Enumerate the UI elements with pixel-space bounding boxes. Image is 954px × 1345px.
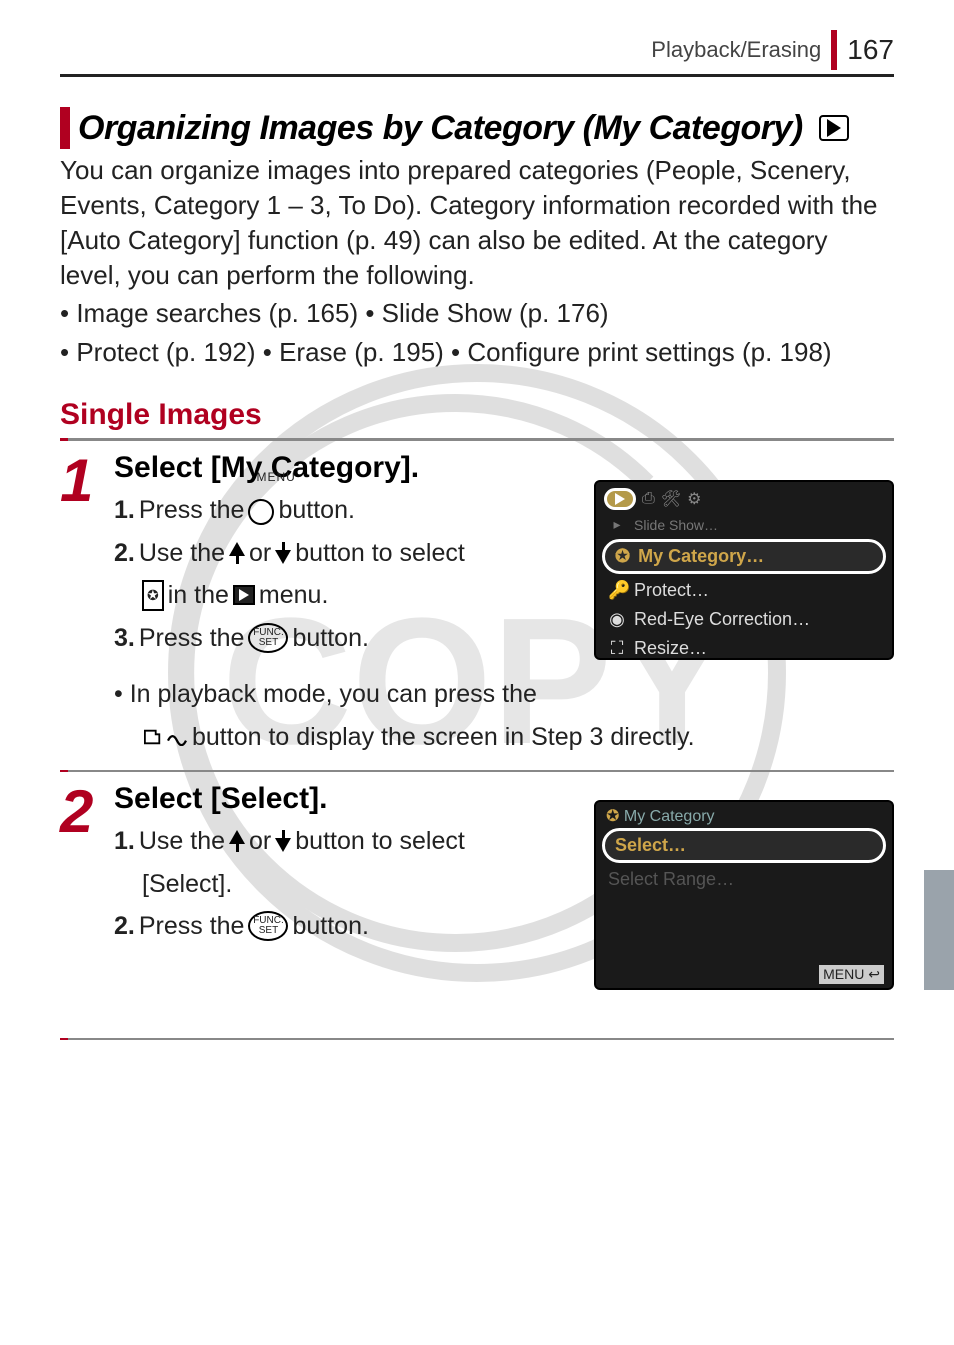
up-arrow-icon [229,542,245,564]
text: button to select [295,820,465,863]
text: Press the [139,905,245,948]
step1-substep2b: ✪ in the menu. [114,574,894,617]
section-rule [60,438,894,441]
step1-substep3: 3. Press the FUNC. SET button. [114,617,894,660]
text: in the [168,574,229,617]
step-2: 2 Select [Select]. 1. Use the or button … [60,782,894,948]
substep-num: 2. [114,905,135,948]
step-number-2: 2 [60,782,110,948]
step1-heading: Select [My Category]. [114,451,894,485]
text: button to display the screen in Step 3 d… [192,716,695,759]
feature-bullets-line1: • Image searches (p. 165) • Slide Show (… [60,295,894,331]
substep-num: 1. [114,820,135,863]
text: [Select]. [142,863,232,906]
text: menu. [259,574,328,617]
page-number: 167 [847,34,894,66]
intro-paragraph: You can organize images into prepared ca… [60,153,894,293]
step-1: 1 Select [My Category]. 1. Press the MEN… [60,451,894,758]
func-bot: SET [259,638,278,648]
step2-heading: Select [Select]. [114,782,894,816]
step1-note-line1: • In playback mode, you can press the [114,673,894,716]
step-separator-end [60,1038,894,1040]
step-separator [60,770,894,772]
header-divider [831,30,837,70]
category-menu-icon: ✪ [142,580,164,612]
step2-substep1b: [Select]. [114,863,894,906]
text: Use the [139,532,225,575]
substep-num: 2. [114,532,135,575]
func-bot: SET [259,926,278,936]
page-title: Organizing Images by Category (My Catego… [78,109,803,148]
title-accent-bar [60,107,70,149]
func-set-button-icon: FUNC. SET [248,623,288,653]
up-arrow-icon [229,830,245,852]
page-header: Playback/Erasing 167 [60,30,894,70]
play-menu-icon [233,585,255,605]
menu-caption: MENU [256,467,295,487]
down-arrow-icon [275,542,291,564]
step-number-1: 1 [60,451,110,758]
section-heading: Single Images [60,398,894,432]
substep-num: 1. [114,489,135,532]
header-rule [60,74,894,77]
step1-note-line2: button to display the screen in Step 3 d… [114,716,894,759]
text: Use the [139,820,225,863]
text: button. [292,905,368,948]
func-set-button-icon: FUNC. SET [248,911,288,941]
text: Press the [139,489,245,532]
substep-num: 3. [114,617,135,660]
text: button to select [295,532,465,575]
down-arrow-icon [275,830,291,852]
playback-mode-icon [819,115,849,141]
print-share-button-icon [142,728,188,746]
text: Press the [139,617,245,660]
text: or [249,532,271,575]
menu-button-icon [248,499,274,525]
text: button. [292,617,368,660]
feature-bullets-line2: • Protect (p. 192) • Erase (p. 195) • Co… [60,334,894,370]
text: or [249,820,271,863]
text: • In playback mode, you can press the [114,673,537,716]
step2-substep1: 1. Use the or button to select [114,820,894,863]
step1-substep1: 1. Press the MENU button. [114,489,894,532]
section-label: Playback/Erasing [651,37,821,63]
step2-substep2: 2. Press the FUNC. SET button. [114,905,894,948]
step1-substep2: 2. Use the or button to select [114,532,894,575]
text: button. [278,489,354,532]
